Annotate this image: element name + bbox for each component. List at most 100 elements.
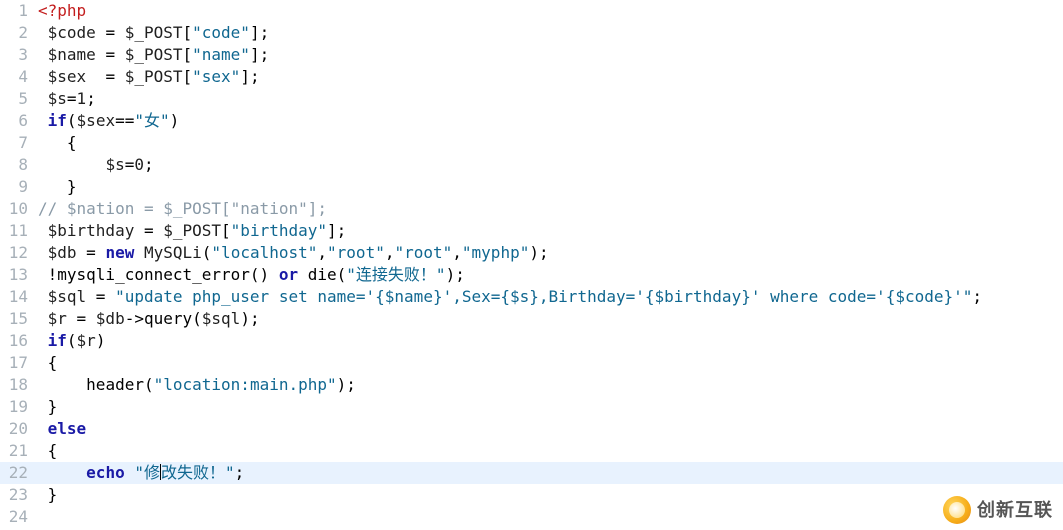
line-number: 5 <box>0 88 38 110</box>
token: ]; <box>250 23 269 42</box>
code-line[interactable]: 11 $birthday = $_POST["birthday"]; <box>0 220 1063 242</box>
token: -> <box>125 309 144 328</box>
code-content[interactable]: $db = new MySQLi("localhost","root","roo… <box>38 242 1063 264</box>
token: ; <box>144 155 154 174</box>
token: or <box>279 265 298 284</box>
token: ( <box>202 243 212 262</box>
code-content[interactable]: $sex = $_POST["sex"]; <box>38 66 1063 88</box>
token: "name" <box>192 45 250 64</box>
token: $_POST <box>125 45 183 64</box>
token: [ <box>183 67 193 86</box>
token: $s <box>38 89 67 108</box>
code-content[interactable]: $sql = "update php_user set name='{$name… <box>38 286 1063 308</box>
code-content[interactable]: <?php <box>38 0 1063 22</box>
token <box>38 155 105 174</box>
code-content[interactable]: } <box>38 396 1063 418</box>
code-content[interactable]: echo "修改失败！"; <box>38 462 1063 484</box>
token: ( <box>67 331 77 350</box>
code-content[interactable]: { <box>38 132 1063 154</box>
code-content[interactable]: { <box>38 352 1063 374</box>
token: else <box>48 419 87 438</box>
token: "location:main.php" <box>154 375 337 394</box>
line-number: 16 <box>0 330 38 352</box>
watermark: 创新互联 <box>943 496 1053 524</box>
token: $name <box>38 45 105 64</box>
code-line[interactable]: 23 } <box>0 484 1063 506</box>
code-line[interactable]: 14 $sql = "update php_user set name='{$n… <box>0 286 1063 308</box>
code-content[interactable]: } <box>38 484 1063 506</box>
code-line[interactable]: 15 $r = $db->query($sql); <box>0 308 1063 330</box>
token: ]; <box>250 45 269 64</box>
token: = <box>105 23 124 42</box>
token: { <box>38 133 77 152</box>
code-line[interactable]: 10// $nation = $_POST["nation"]; <box>0 198 1063 220</box>
code-content[interactable]: { <box>38 440 1063 462</box>
token: echo <box>86 463 125 482</box>
code-editor[interactable]: 1<?php2 $code = $_POST["code"];3 $name =… <box>0 0 1063 530</box>
token <box>38 463 86 482</box>
token: ]; <box>240 67 259 86</box>
code-line[interactable]: 12 $db = new MySQLi("localhost","root","… <box>0 242 1063 264</box>
code-content[interactable]: header("location:main.php"); <box>38 374 1063 396</box>
token: = <box>105 67 124 86</box>
line-number: 12 <box>0 242 38 264</box>
code-line[interactable]: 22 echo "修改失败！"; <box>0 462 1063 484</box>
token: [ <box>183 23 193 42</box>
code-line[interactable]: 6 if($sex=="女") <box>0 110 1063 132</box>
token: = <box>77 309 96 328</box>
code-content[interactable]: $name = $_POST["name"]; <box>38 44 1063 66</box>
code-line[interactable]: 1<?php <box>0 0 1063 22</box>
code-line[interactable]: 7 { <box>0 132 1063 154</box>
token: ); <box>337 375 356 394</box>
code-line[interactable]: 5 $s=1; <box>0 88 1063 110</box>
token: = <box>105 45 124 64</box>
token: ]; <box>327 221 346 240</box>
code-line[interactable]: 20 else <box>0 418 1063 440</box>
line-number: 6 <box>0 110 38 132</box>
code-content[interactable] <box>38 506 1063 528</box>
code-content[interactable]: $s=0; <box>38 154 1063 176</box>
code-line[interactable]: 19 } <box>0 396 1063 418</box>
token: "root" <box>394 243 452 262</box>
token: $code <box>38 23 105 42</box>
code-content[interactable]: $birthday = $_POST["birthday"]; <box>38 220 1063 242</box>
token: MySQLi <box>144 243 202 262</box>
token: $r <box>38 309 77 328</box>
token: $sql <box>202 309 241 328</box>
token: header <box>86 375 144 394</box>
code-line[interactable]: 24 <box>0 506 1063 528</box>
code-content[interactable]: if($sex=="女") <box>38 110 1063 132</box>
code-line[interactable]: 16 if($r) <box>0 330 1063 352</box>
code-content[interactable]: $s=1; <box>38 88 1063 110</box>
code-content[interactable]: else <box>38 418 1063 440</box>
token: { <box>38 441 57 460</box>
code-line[interactable]: 21 { <box>0 440 1063 462</box>
token: <?php <box>38 1 86 20</box>
line-number: 9 <box>0 176 38 198</box>
token: ; <box>235 463 245 482</box>
code-line[interactable]: 2 $code = $_POST["code"]; <box>0 22 1063 44</box>
watermark-text: 创新互联 <box>977 499 1053 521</box>
code-line[interactable]: 18 header("location:main.php"); <box>0 374 1063 396</box>
code-content[interactable]: $r = $db->query($sql); <box>38 308 1063 330</box>
line-number: 8 <box>0 154 38 176</box>
line-number: 2 <box>0 22 38 44</box>
code-content[interactable]: if($r) <box>38 330 1063 352</box>
watermark-logo-icon <box>943 496 971 524</box>
token: ) <box>170 111 180 130</box>
code-content[interactable]: // $nation = $_POST["nation"]; <box>38 198 1063 220</box>
token: die <box>308 265 337 284</box>
token: new <box>105 243 134 262</box>
code-line[interactable]: 17 { <box>0 352 1063 374</box>
code-line[interactable]: 4 $sex = $_POST["sex"]; <box>0 66 1063 88</box>
token: "localhost" <box>211 243 317 262</box>
code-content[interactable]: $code = $_POST["code"]; <box>38 22 1063 44</box>
code-line[interactable]: 9 } <box>0 176 1063 198</box>
token: $sql <box>38 287 96 306</box>
code-line[interactable]: 13 !mysqli_connect_error() or die("连接失败！… <box>0 264 1063 286</box>
code-content[interactable]: !mysqli_connect_error() or die("连接失败！"); <box>38 264 1063 286</box>
code-line[interactable]: 3 $name = $_POST["name"]; <box>0 44 1063 66</box>
code-line[interactable]: 8 $s=0; <box>0 154 1063 176</box>
line-number: 7 <box>0 132 38 154</box>
code-content[interactable]: } <box>38 176 1063 198</box>
